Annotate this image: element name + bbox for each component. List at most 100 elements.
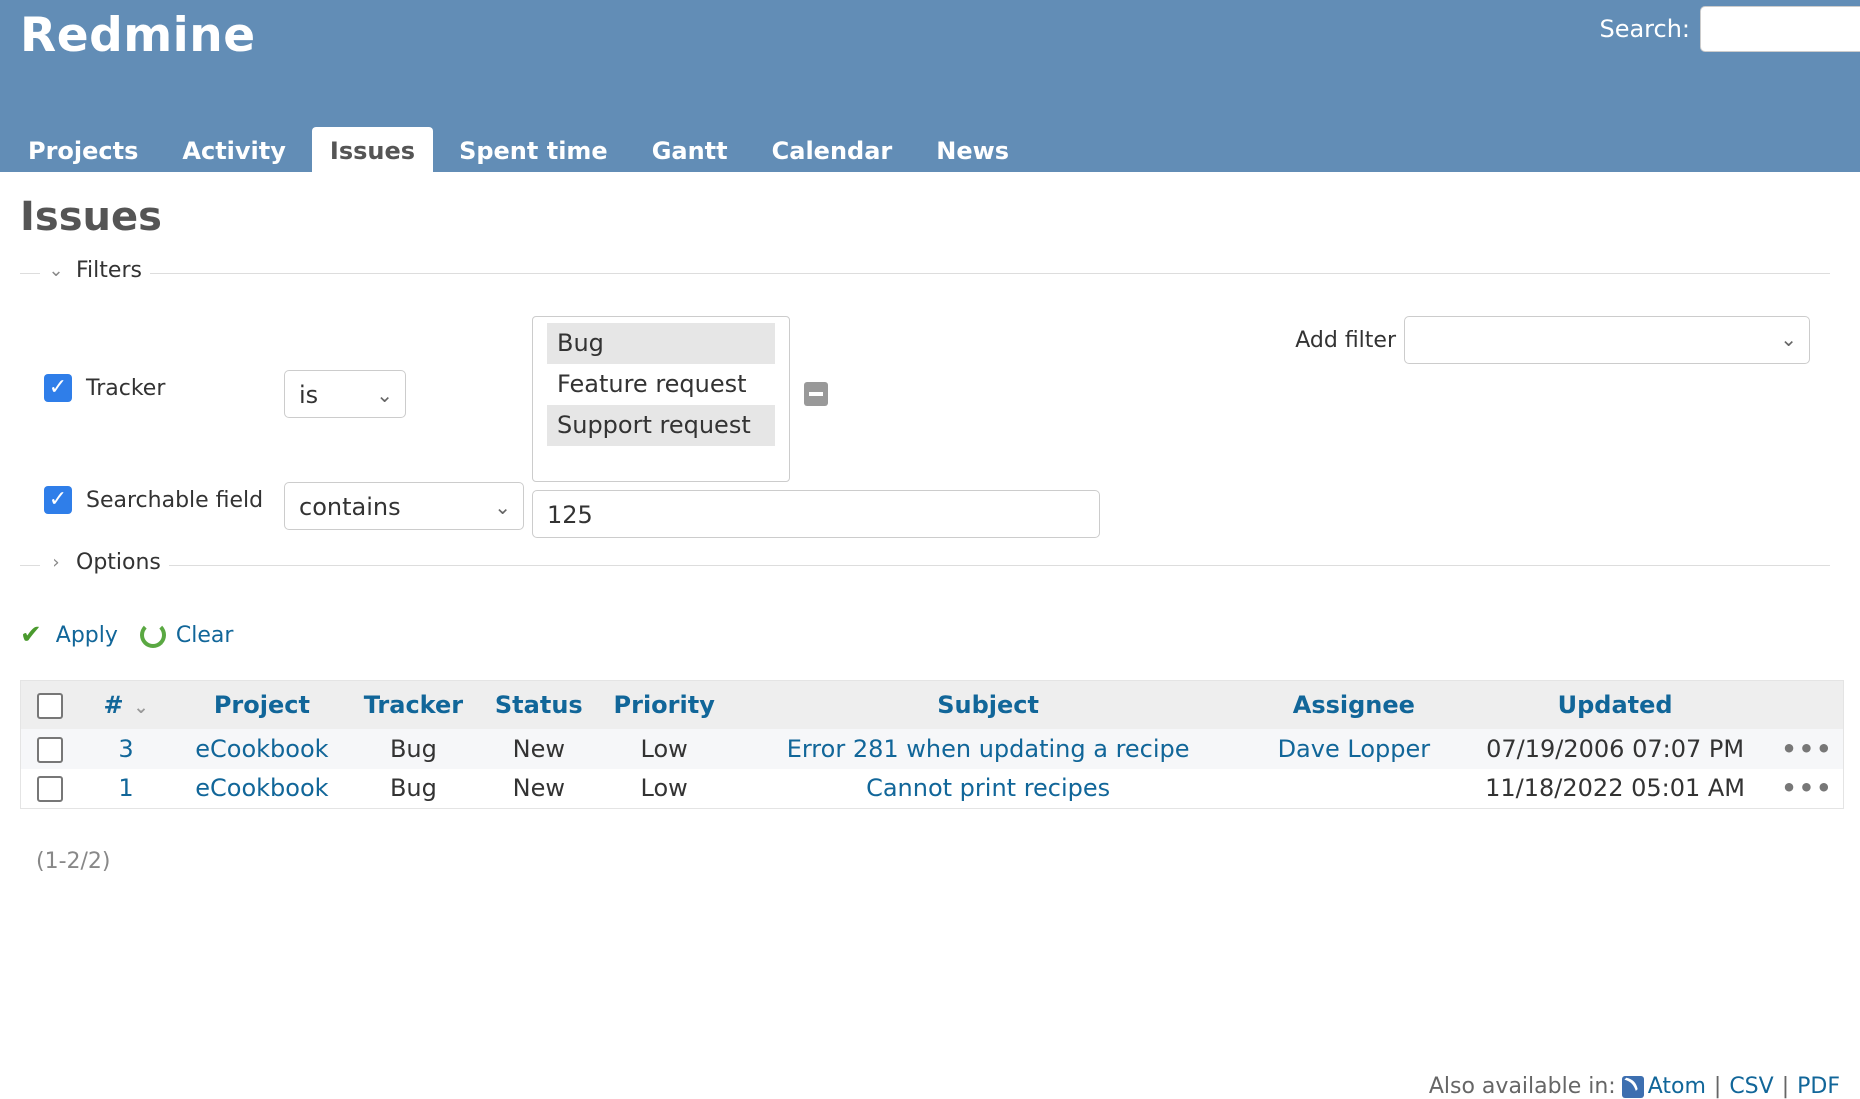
issue-tracker: Bug [350,728,477,769]
issue-subject-link[interactable]: Cannot print recipes [866,774,1110,802]
clear-button[interactable]: Clear [139,622,234,648]
feed-icon [1621,1075,1644,1098]
chevron-right-icon: › [52,552,60,573]
issue-id-link[interactable]: 1 [118,774,133,802]
tab-projects[interactable]: Projects [10,127,156,172]
column-header-status[interactable]: Status [476,680,602,729]
issue-id: 1 [79,768,174,809]
issue-actions: ••• [1771,768,1844,809]
issue-tracker: Bug [350,768,477,809]
filters-legend: Filters [76,258,142,283]
issue-project: eCookbook [173,728,351,769]
tracker-option-feature-request[interactable]: Feature request [547,364,775,405]
column-header-project[interactable]: Project [173,680,351,729]
add-filter-label: Add filter [1295,327,1396,353]
search-input[interactable] [1700,6,1860,52]
tab-activity[interactable]: Activity [164,127,304,172]
separator: | [1713,1074,1722,1099]
apply-button[interactable]: ✔ Apply [20,620,118,650]
select-all-checkbox[interactable] [37,692,63,719]
column-header-id[interactable]: # ⌄ [79,680,174,729]
tab-gantt[interactable]: Gantt [634,127,746,172]
pdf-link[interactable]: PDF [1797,1074,1840,1099]
row-checkbox[interactable] [37,776,63,803]
issue-id-link[interactable]: 3 [118,735,133,763]
column-header-assignee[interactable]: Assignee [1249,680,1459,729]
main-menu: Projects Activity Issues Spent time Gant… [10,127,1035,172]
toggle-multiselect-icon[interactable] [804,382,828,406]
column-header-subject[interactable]: Subject [726,680,1250,729]
row-checkbox-cell [20,728,80,769]
quick-search: Search: [1599,6,1860,52]
formats-label: Also available in: [1428,1074,1616,1099]
issue-updated: 11/18/2022 05:01 AM [1458,768,1772,809]
tab-calendar[interactable]: Calendar [754,127,911,172]
issue-actions: ••• [1771,728,1844,769]
search-label: Search: [1599,15,1690,43]
issue-subject: Cannot print recipes [726,768,1250,809]
tracker-option-support-request[interactable]: Support request [547,405,775,446]
column-header-actions [1771,680,1844,729]
pagination: (1-2/2) [36,849,111,874]
row-checkbox-cell [20,768,80,809]
tracker-filter-label: Tracker [86,375,166,401]
tracker-checkbox[interactable]: ✓ [44,374,72,402]
more-actions-icon[interactable]: ••• [1781,774,1833,802]
searchable-checkbox[interactable]: ✓ [44,486,72,514]
tracker-operator-select[interactable]: is ⌄ [284,370,406,418]
tab-issues[interactable]: Issues [311,127,434,172]
table-row[interactable]: 1 eCookbook Bug New Low Cannot print rec… [20,768,1844,809]
issue-assignee-link[interactable]: Dave Lopper [1278,735,1431,763]
column-header-priority[interactable]: Priority [601,680,727,729]
filter-row-tracker: ✓ Tracker [44,374,165,402]
query-buttons: ✔ Apply Clear [20,620,1840,650]
chevron-down-icon: ⌄ [48,260,64,281]
add-filter-select[interactable]: ⌄ [1404,316,1810,364]
separator: | [1781,1074,1790,1099]
issue-updated: 07/19/2006 07:07 PM [1458,728,1772,769]
filters-toggle[interactable]: ⌄ Filters [40,258,150,283]
select-all-header [20,680,80,729]
app-title[interactable]: Redmine [20,8,256,63]
chevron-down-icon: ⌄ [494,495,511,519]
issue-project: eCookbook [173,768,351,809]
filter-row-searchable: ✓ Searchable field [44,486,263,514]
issue-status: New [476,768,602,809]
atom-link[interactable]: Atom [1648,1074,1706,1099]
issue-status: New [476,728,602,769]
options-toggle[interactable]: › Options [40,550,169,575]
chevron-down-icon: ⌄ [1780,327,1797,351]
header: Redmine Search: Projects Activity Issues… [0,0,1860,172]
issue-assignee [1249,768,1459,809]
tab-news[interactable]: News [918,127,1027,172]
csv-link[interactable]: CSV [1729,1074,1773,1099]
clear-label: Clear [175,622,234,648]
issue-subject: Error 281 when updating a recipe [726,728,1250,769]
page-title: Issues [20,194,162,240]
table-row[interactable]: 3 eCookbook Bug New Low Error 281 when u… [20,728,1844,769]
issue-project-link[interactable]: eCookbook [195,774,328,802]
checkmark-icon: ✔ [20,620,42,650]
searchable-operator-select[interactable]: contains ⌄ [284,482,524,530]
tracker-values-select[interactable]: Bug Feature request Support request [532,316,790,482]
options-fieldset: › Options [20,550,1840,580]
issue-priority: Low [601,768,727,809]
issue-priority: Low [601,728,727,769]
more-actions-icon[interactable]: ••• [1781,735,1833,763]
column-header-tracker[interactable]: Tracker [350,680,477,729]
searchable-value-input[interactable]: 125 [532,490,1100,538]
other-formats: Also available in: Atom | CSV | PDF [1429,1074,1840,1099]
issue-subject-link[interactable]: Error 281 when updating a recipe [787,735,1190,763]
searchable-filter-label: Searchable field [86,487,264,513]
tracker-operator-value: is [299,381,319,409]
content: Issues ⌄ Filters ✓ Tracker is ⌄ Bug Feat… [0,194,1860,1099]
column-header-updated[interactable]: Updated [1458,680,1772,729]
row-checkbox[interactable] [37,736,63,763]
tab-spent-time[interactable]: Spent time [441,127,626,172]
table-header-row: # ⌄ Project Tracker Status Priority Subje… [20,680,1844,729]
tracker-option-bug[interactable]: Bug [547,323,775,364]
issue-id: 3 [79,728,174,769]
issue-project-link[interactable]: eCookbook [195,735,328,763]
chevron-down-icon: ⌄ [376,383,393,407]
filters-fieldset: ⌄ Filters [20,258,1840,288]
